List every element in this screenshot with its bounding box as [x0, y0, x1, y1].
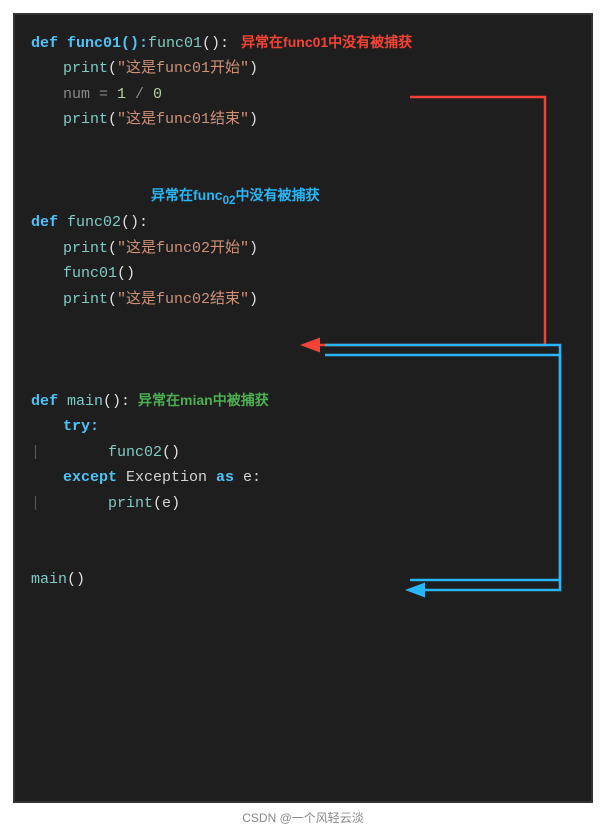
func01-def-line: def func01():func01(): 异常在func01中没有被捕获	[31, 31, 579, 57]
def-keyword: def func01():	[31, 31, 148, 57]
code-block: def func01():func01(): 异常在func01中没有被捕获 p…	[13, 13, 593, 803]
func01-print2-line: print("这是func01结束")	[31, 107, 579, 133]
main-call-line: main()	[31, 567, 579, 593]
blank5	[31, 363, 579, 389]
main-except-line: except Exception as e:	[31, 465, 579, 491]
watermark: CSDN @一个风轻云淡	[242, 809, 364, 826]
func02-annotation: 异常在func02中没有被捕获	[151, 184, 320, 211]
func02-print2-line: print("这是func02结束")	[31, 287, 579, 313]
func02-annotation-line: 异常在func02中没有被捕获	[31, 184, 579, 211]
func02-print1-line: print("这是func02开始")	[31, 236, 579, 262]
main-try-line: try:	[31, 414, 579, 440]
func01-annotation: 异常在func01中没有被捕获	[241, 31, 412, 55]
blank4	[31, 338, 579, 364]
func02-call-line: func01()	[31, 261, 579, 287]
blank1	[31, 133, 579, 159]
blank3	[31, 312, 579, 338]
blank6	[31, 516, 579, 542]
main-def-line: def main(): 异常在mian中被捕获	[31, 389, 579, 415]
func01-num-line: num = 1 / 0	[31, 82, 579, 108]
blank2	[31, 158, 579, 184]
main-annotation: 异常在mian中被捕获	[138, 389, 269, 413]
func01-print1-line: print("这是func01开始")	[31, 56, 579, 82]
main-print-line: | print(e)	[31, 491, 579, 517]
blank7	[31, 542, 579, 568]
main-func02-call-line: | func02()	[31, 440, 579, 466]
func02-def-line: def func02():	[31, 210, 579, 236]
